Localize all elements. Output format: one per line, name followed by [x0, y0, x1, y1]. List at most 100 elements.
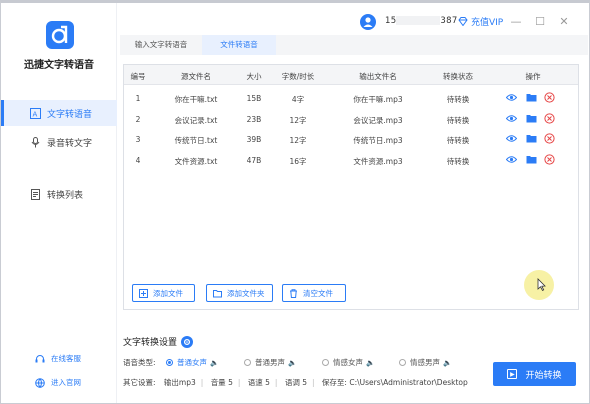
folder-icon — [213, 289, 222, 298]
globe-icon — [35, 377, 45, 388]
eye-icon[interactable] — [505, 133, 518, 144]
table-row[interactable]: 4 文件资源.txt 47B 16字 文件资源.mp3 待转换 — [124, 150, 578, 170]
cell-count: 12字 — [289, 115, 307, 125]
cell-source-file: 会议记录.txt — [174, 115, 218, 125]
other-settings: 其它设置: 输出mp3 | 音量 5 | 语速 5 | 语调 5 | 保存至: C:\U… — [123, 378, 468, 387]
cell-count: 12字 — [289, 136, 307, 145]
phone-prefix: 15 — [385, 16, 397, 26]
cell-count: 16字 — [289, 156, 307, 166]
pitch-setting[interactable]: 语调 5 — [285, 378, 307, 387]
sidebar-item-conversion-list[interactable]: 转换列表 — [1, 181, 117, 207]
user-phone: 15 387 — [385, 16, 458, 26]
table-header: 编号 源文件名 大小 字数/时长 输出文件名 转换状态 操作 — [124, 65, 578, 85]
cell-source-file: 传统节日.txt — [174, 136, 218, 145]
folder-icon[interactable] — [526, 92, 537, 103]
add-folder-button[interactable]: 添加文件夹 — [206, 284, 273, 302]
cell-number: 4 — [135, 155, 141, 165]
sidebar: 迅捷文字转语音 A 文字转语音 录音转文字 转换列表 在线客服 进入官网 — [1, 3, 117, 403]
volume-setting[interactable]: 音量 5 — [211, 378, 233, 387]
add-file-icon — [139, 288, 148, 298]
column-header-number: 编号 — [130, 72, 146, 81]
tab-bar: 输入文字转语音 文件转语音 — [120, 35, 588, 55]
delete-icon[interactable] — [544, 133, 555, 144]
voice-option-emotional-male[interactable]: 情感男声 🔈 — [399, 357, 452, 368]
user-avatar-icon[interactable] — [360, 14, 376, 30]
cell-output-file: 文件资源.mp3 — [353, 156, 403, 166]
vip-button[interactable]: 充值VIP — [458, 15, 503, 28]
speed-setting[interactable]: 语速 5 — [248, 378, 270, 387]
cell-status: 待转换 — [446, 156, 470, 166]
delete-icon[interactable] — [544, 153, 555, 165]
output-format-setting[interactable]: 输出mp3 — [164, 378, 196, 387]
cell-number: 1 — [135, 94, 141, 103]
radio-icon — [244, 359, 251, 366]
phone-suffix: 387 — [440, 16, 458, 26]
voice-option-normal-male[interactable]: 普通男声 🔈 — [244, 357, 297, 368]
gear-icon[interactable] — [181, 335, 194, 348]
minimize-button[interactable]: — — [510, 16, 522, 28]
customer-service-icon — [35, 354, 45, 364]
tab-file-to-speech[interactable]: 文件转语音 — [202, 35, 276, 55]
trash-icon — [289, 288, 298, 298]
cell-output-file: 你在干嘛.mp3 — [353, 95, 403, 104]
column-header-output: 输出文件名 — [359, 72, 397, 81]
table-row[interactable]: 3 传统节日.txt 39B 12字 传统节日.mp3 待转换 — [124, 129, 578, 149]
settings-title: 文字转换设置 — [123, 335, 194, 348]
phone-mask — [396, 16, 441, 25]
column-header-status: 转换状态 — [443, 72, 473, 81]
speaker-icon[interactable]: 🔈 — [443, 359, 452, 367]
speaker-icon[interactable]: 🔈 — [210, 359, 219, 367]
maximize-button[interactable]: ☐ — [534, 16, 546, 28]
speaker-icon[interactable]: 🔈 — [366, 359, 375, 367]
radio-icon — [166, 359, 173, 366]
voice-option-normal-female[interactable]: 普通女声 🔈 — [166, 357, 219, 368]
delete-icon[interactable] — [544, 92, 555, 103]
file-table-panel: 编号 源文件名 大小 字数/时长 输出文件名 转换状态 操作 1 你在干嘛.txt… — [123, 64, 579, 310]
folder-icon[interactable] — [526, 113, 537, 124]
app-logo-icon — [46, 21, 74, 49]
sidebar-item-recording-to-text[interactable]: 录音转文字 — [1, 129, 117, 155]
folder-icon[interactable] — [526, 133, 537, 144]
sidebar-item-text-to-speech[interactable]: A 文字转语音 — [1, 100, 117, 126]
delete-icon[interactable] — [544, 112, 555, 124]
folder-icon[interactable] — [526, 154, 537, 165]
official-site-label: 进入官网 — [51, 378, 81, 387]
cell-source-file: 文件资源.txt — [174, 156, 218, 166]
cell-status: 待转换 — [446, 136, 470, 145]
mouse-cursor-icon — [537, 278, 546, 292]
eye-icon[interactable] — [505, 113, 518, 124]
eye-icon[interactable] — [505, 92, 518, 103]
eye-icon[interactable] — [505, 154, 518, 165]
save-path-setting[interactable]: 保存至: C:\Users\Administrator\Desktop — [322, 378, 468, 387]
column-header-source: 源文件名 — [181, 72, 211, 81]
cell-size: 47B — [246, 155, 262, 165]
online-service-label: 在线客服 — [51, 354, 81, 363]
add-file-label: 添加文件 — [153, 288, 183, 298]
svg-text:A: A — [32, 110, 37, 118]
cell-output-file: 传统节日.mp3 — [353, 136, 403, 145]
start-conversion-button[interactable]: ▶ 开始转换 — [493, 362, 576, 386]
sidebar-item-label: 转换列表 — [47, 190, 84, 201]
cell-output-file: 会议记录.mp3 — [353, 115, 403, 125]
add-file-button[interactable]: 添加文件 — [132, 284, 195, 302]
diamond-icon — [458, 17, 468, 26]
column-header-size: 大小 — [246, 72, 262, 81]
radio-icon — [399, 359, 406, 366]
official-site-link[interactable]: 进入官网 — [35, 377, 81, 388]
close-button[interactable]: ✕ — [558, 16, 570, 28]
column-header-count: 字数/时长 — [281, 72, 315, 81]
cell-size: 23B — [246, 114, 262, 124]
tab-input-text-to-speech[interactable]: 输入文字转语音 — [120, 35, 202, 55]
speaker-icon[interactable]: 🔈 — [288, 359, 297, 367]
table-row[interactable]: 2 会议记录.txt 23B 12字 会议记录.mp3 待转换 — [124, 109, 578, 129]
clear-files-button[interactable]: 清空文件 — [282, 284, 346, 302]
table-row[interactable]: 1 你在干嘛.txt 15B 4字 你在干嘛.mp3 待转换 — [124, 88, 578, 108]
cell-count: 4字 — [291, 95, 305, 104]
voice-option-emotional-female[interactable]: 情感女声 🔈 — [322, 357, 375, 368]
other-settings-label: 其它设置: — [123, 378, 156, 387]
list-icon — [29, 188, 41, 200]
cell-size: 39B — [246, 135, 262, 144]
online-service-link[interactable]: 在线客服 — [35, 353, 81, 364]
cursor-highlight — [524, 270, 554, 300]
cell-size: 15B — [246, 94, 262, 103]
